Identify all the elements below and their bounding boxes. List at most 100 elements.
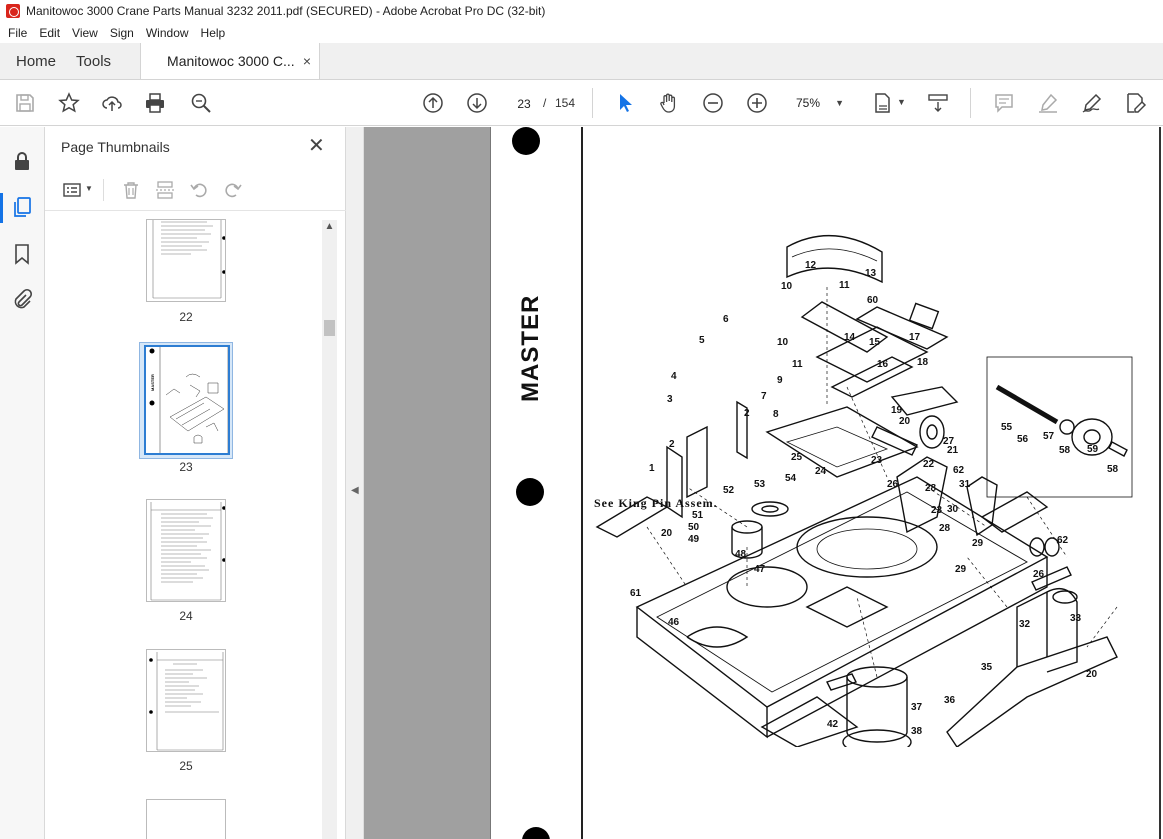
tab-close-button[interactable]: ×: [303, 53, 311, 69]
bookmark-icon[interactable]: [10, 242, 34, 266]
page-thumbnails-icon[interactable]: [10, 195, 34, 219]
callout-16: 16: [877, 359, 889, 370]
thumbnails-scrollbar[interactable]: ▲: [322, 220, 337, 839]
attachment-icon[interactable]: [10, 287, 34, 311]
zoom-search-icon[interactable]: [189, 91, 213, 115]
menu-edit[interactable]: Edit: [33, 26, 66, 40]
callout-51: 51: [692, 510, 704, 521]
zoom-in-icon[interactable]: [745, 91, 769, 115]
title-bar: Manitowoc 3000 Crane Parts Manual 3232 2…: [0, 0, 1163, 22]
insert-pages-icon[interactable]: [154, 179, 176, 201]
callout-28: 28: [925, 483, 937, 494]
pdf-page: MASTER See King Pin Assem. 1 2 2 3 4 5 6…: [490, 127, 1163, 839]
upload-icon[interactable]: [100, 91, 124, 115]
options-menu-icon[interactable]: [61, 179, 83, 201]
save-icon[interactable]: [13, 91, 37, 115]
zoom-out-icon[interactable]: [701, 91, 725, 115]
callout-29b: 29: [955, 564, 967, 575]
document-view[interactable]: MASTER See King Pin Assem. 1 2 2 3 4 5 6…: [364, 127, 1163, 839]
page-down-icon[interactable]: [465, 91, 489, 115]
callout-26: 26: [887, 479, 899, 490]
rotate-left-icon[interactable]: [188, 179, 210, 201]
callout-25: 25: [791, 452, 803, 463]
page-number-input[interactable]: 23: [508, 90, 540, 116]
panel-toolbar: ▼: [45, 171, 346, 211]
fit-page-chevron-icon[interactable]: ▼: [897, 97, 906, 107]
delete-icon[interactable]: [120, 179, 142, 201]
tab-document[interactable]: Manitowoc 3000 C... ×: [140, 43, 321, 79]
menu-bar: File Edit View Sign Window Help: [0, 22, 1163, 43]
thumbnail-page-25[interactable]: [146, 649, 226, 752]
menu-help[interactable]: Help: [195, 26, 232, 40]
callout-54: 54: [785, 473, 797, 484]
thumbnail-label-23: 23: [179, 460, 193, 474]
print-icon[interactable]: [143, 91, 167, 115]
thumbnail-page-23[interactable]: MASTER: [144, 345, 230, 455]
callout-7: 7: [761, 391, 767, 402]
sign-icon[interactable]: [1080, 91, 1104, 115]
menu-view[interactable]: View: [66, 26, 104, 40]
callout-3: 3: [667, 394, 673, 405]
callout-4: 4: [671, 371, 677, 382]
callout-5: 5: [699, 335, 705, 346]
callout-31: 31: [959, 479, 971, 490]
rail-active-indicator: [0, 193, 3, 223]
thumbnail-page-22[interactable]: [146, 219, 226, 302]
callout-37: 37: [911, 702, 923, 713]
main-toolbar: [0, 80, 1163, 126]
rotate-right-icon[interactable]: [222, 179, 244, 201]
menu-file[interactable]: File: [0, 26, 33, 40]
panel-collapse-strip[interactable]: ◀: [346, 127, 364, 839]
scrollbar-thumb[interactable]: [324, 320, 335, 336]
margin-label: MASTER: [517, 294, 544, 402]
highlight-icon[interactable]: [1036, 91, 1060, 115]
thumbnail-page-26[interactable]: [146, 799, 226, 839]
thumbnail-page-24[interactable]: [146, 499, 226, 602]
tab-tools[interactable]: Tools: [72, 43, 127, 79]
margin-label-wrap: MASTER: [517, 295, 547, 412]
select-cursor-icon[interactable]: [613, 91, 637, 115]
callout-62: 62: [953, 465, 965, 476]
callout-55: 55: [1001, 422, 1013, 433]
thumbnail-label-24: 24: [179, 609, 193, 623]
scroll-mode-icon[interactable]: [926, 91, 950, 115]
tab-home[interactable]: Home: [0, 43, 72, 79]
callout-27: 27: [943, 436, 955, 447]
callout-33: 33: [1070, 613, 1082, 624]
punch-hole-icon: [516, 478, 544, 506]
zoom-select[interactable]: 75% ▼: [788, 90, 850, 116]
page-up-icon[interactable]: [421, 91, 445, 115]
edit-pdf-icon[interactable]: [1124, 91, 1148, 115]
callout-12: 12: [805, 260, 817, 271]
punch-hole-icon: [522, 827, 550, 839]
callout-42: 42: [827, 719, 839, 730]
callout-20: 20: [661, 528, 673, 539]
hand-icon[interactable]: [657, 91, 681, 115]
callout-2: 2: [669, 439, 675, 450]
menu-window[interactable]: Window: [140, 26, 195, 40]
acrobat-logo-icon: [6, 4, 20, 18]
menu-sign[interactable]: Sign: [104, 26, 140, 40]
comment-icon[interactable]: [992, 91, 1016, 115]
thumbnails-panel: Page Thumbnails ✕ ▼ 22 MASTER 23 24 25 ▲: [45, 127, 346, 839]
panel-close-button[interactable]: ✕: [308, 136, 325, 156]
tab-document-label: Manitowoc 3000 C...: [167, 53, 295, 69]
page-border-line: [1159, 127, 1161, 839]
callout-50: 50: [688, 522, 700, 533]
page-total: 154: [555, 96, 576, 110]
exploded-parts-diagram: 1 2 2 3 4 5 6 7 8 9 10 10 11 11 12 13 14…: [595, 234, 1133, 747]
callout-19: 19: [891, 405, 903, 416]
page-border-line: [581, 127, 583, 839]
tab-bar: Home Tools Manitowoc 3000 C... ×: [0, 43, 1163, 80]
page-separator: /: [543, 96, 547, 110]
lock-icon[interactable]: [10, 149, 34, 173]
panel-title: Page Thumbnails: [61, 139, 170, 155]
callout-35: 35: [981, 662, 993, 673]
fit-page-icon[interactable]: [871, 91, 895, 115]
callout-61: 61: [630, 588, 642, 599]
callout-11b: 11: [792, 359, 803, 370]
options-chevron-icon[interactable]: ▼: [85, 184, 93, 193]
scroll-up-arrow-icon[interactable]: ▲: [324, 220, 335, 234]
collapse-left-icon[interactable]: ◀: [351, 485, 359, 496]
star-icon[interactable]: [57, 91, 81, 115]
